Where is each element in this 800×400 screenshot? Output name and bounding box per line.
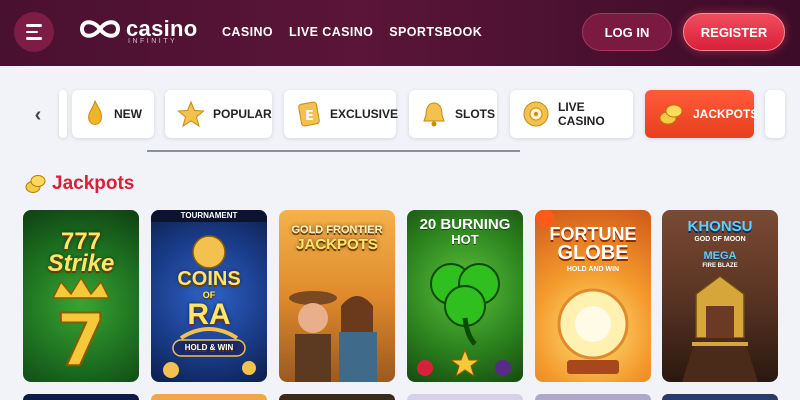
nav-casino[interactable]: CASINO — [222, 25, 273, 39]
game-title-line: GOD OF MOON — [694, 236, 746, 243]
game-card-peek[interactable] — [662, 394, 778, 400]
game-title-line: TOURNAMENT — [180, 211, 238, 220]
game-card-777-strike[interactable]: 7 777 Strike — [23, 210, 139, 382]
top-header: casino INFINITY CASINO LIVE CASINO SPORT… — [0, 0, 800, 66]
game-title-line: 20 BURNING — [419, 216, 511, 233]
category-label: POPULAR — [213, 107, 272, 121]
category-label: LIVE CASINO — [558, 100, 605, 128]
scroll-left-chevron-icon[interactable]: ‹ — [27, 104, 49, 126]
logo[interactable]: casino INFINITY — [78, 16, 198, 45]
game-card-20-burning-hot[interactable]: 20 BURNING HOT — [407, 210, 523, 382]
game-card-gold-frontier-jackpots[interactable]: GOLD FRONTIER JACKPOTS — [279, 210, 395, 382]
menu-line — [26, 37, 42, 40]
game-title-line: GLOBE — [557, 242, 629, 264]
category-slots[interactable]: SLOTS — [409, 90, 497, 138]
game-card-peek[interactable] — [279, 394, 395, 400]
game-title-line: JACKPOTS — [296, 236, 378, 253]
game-title-line: GOLD FRONTIER — [291, 224, 383, 236]
coins-icon — [25, 175, 46, 193]
roulette-icon — [522, 100, 550, 128]
main-nav: CASINO LIVE CASINO SPORTSBOOK — [222, 25, 482, 39]
game-card-peek[interactable] — [407, 394, 523, 400]
nav-sportsbook[interactable]: SPORTSBOOK — [389, 25, 482, 39]
category-label: JACKPOTS — [693, 107, 759, 121]
game-title-line: RA — [187, 298, 231, 331]
game-title-line: Strike — [47, 250, 115, 277]
category-jackpots[interactable]: JACKPOTS — [645, 90, 758, 138]
game-title-line: COINS — [177, 268, 241, 290]
menu-line — [26, 24, 42, 27]
section-title: Jackpots — [24, 172, 134, 196]
game-title-line: KHONSU — [687, 218, 753, 235]
nav-live-casino[interactable]: LIVE CASINO — [289, 25, 373, 39]
svg-text:7: 7 — [56, 298, 106, 382]
infinity-logo-icon — [79, 20, 121, 38]
game-title-line: HOLD AND WIN — [566, 266, 620, 273]
game-title-line: HOLD & WIN — [184, 343, 234, 352]
bell-icon — [421, 100, 447, 128]
svg-text:E: E — [305, 109, 314, 124]
game-card-coins-of-ra[interactable]: TOURNAMENT COINS OF RA HOLD & WIN — [151, 210, 267, 382]
game-title-line: FIRE BLAZE — [702, 263, 738, 269]
category-popular[interactable]: POPULAR — [165, 90, 272, 138]
category-new[interactable]: NEW — [72, 90, 154, 138]
category-stub-left — [59, 90, 67, 138]
hamburger-menu-button[interactable] — [14, 12, 54, 52]
game-title-line: MEGA — [703, 250, 737, 262]
section-title-text: Jackpots — [52, 173, 135, 194]
register-button[interactable]: REGISTER — [683, 13, 785, 51]
category-label: EXCLUSIVE — [330, 107, 399, 121]
category-live-casino[interactable]: LIVE CASINO — [510, 90, 633, 138]
category-stub-right — [765, 90, 785, 138]
exclusive-icon: E — [296, 100, 322, 128]
star-icon — [177, 100, 205, 128]
game-card-fortune-globe[interactable]: FORTUNE GLOBE HOLD AND WIN — [535, 210, 651, 382]
category-label: SLOTS — [455, 107, 496, 121]
flame-icon — [84, 100, 106, 128]
game-card-peek[interactable] — [151, 394, 267, 400]
category-scrollbar[interactable] — [147, 150, 520, 152]
category-label: NEW — [114, 107, 142, 121]
logo-subtitle: INFINITY — [128, 38, 178, 45]
category-exclusive[interactable]: E EXCLUSIVE — [284, 90, 399, 138]
logo-word: casino — [126, 16, 198, 41]
menu-line — [26, 30, 38, 34]
login-button[interactable]: LOG IN — [582, 13, 672, 51]
coins-icon — [657, 100, 685, 128]
game-title-line: HOT — [451, 232, 479, 247]
game-card-peek[interactable] — [23, 394, 139, 400]
game-card-khonsu[interactable]: KHONSU GOD OF MOON MEGA FIRE BLAZE — [662, 210, 778, 382]
game-card-peek[interactable] — [535, 394, 651, 400]
